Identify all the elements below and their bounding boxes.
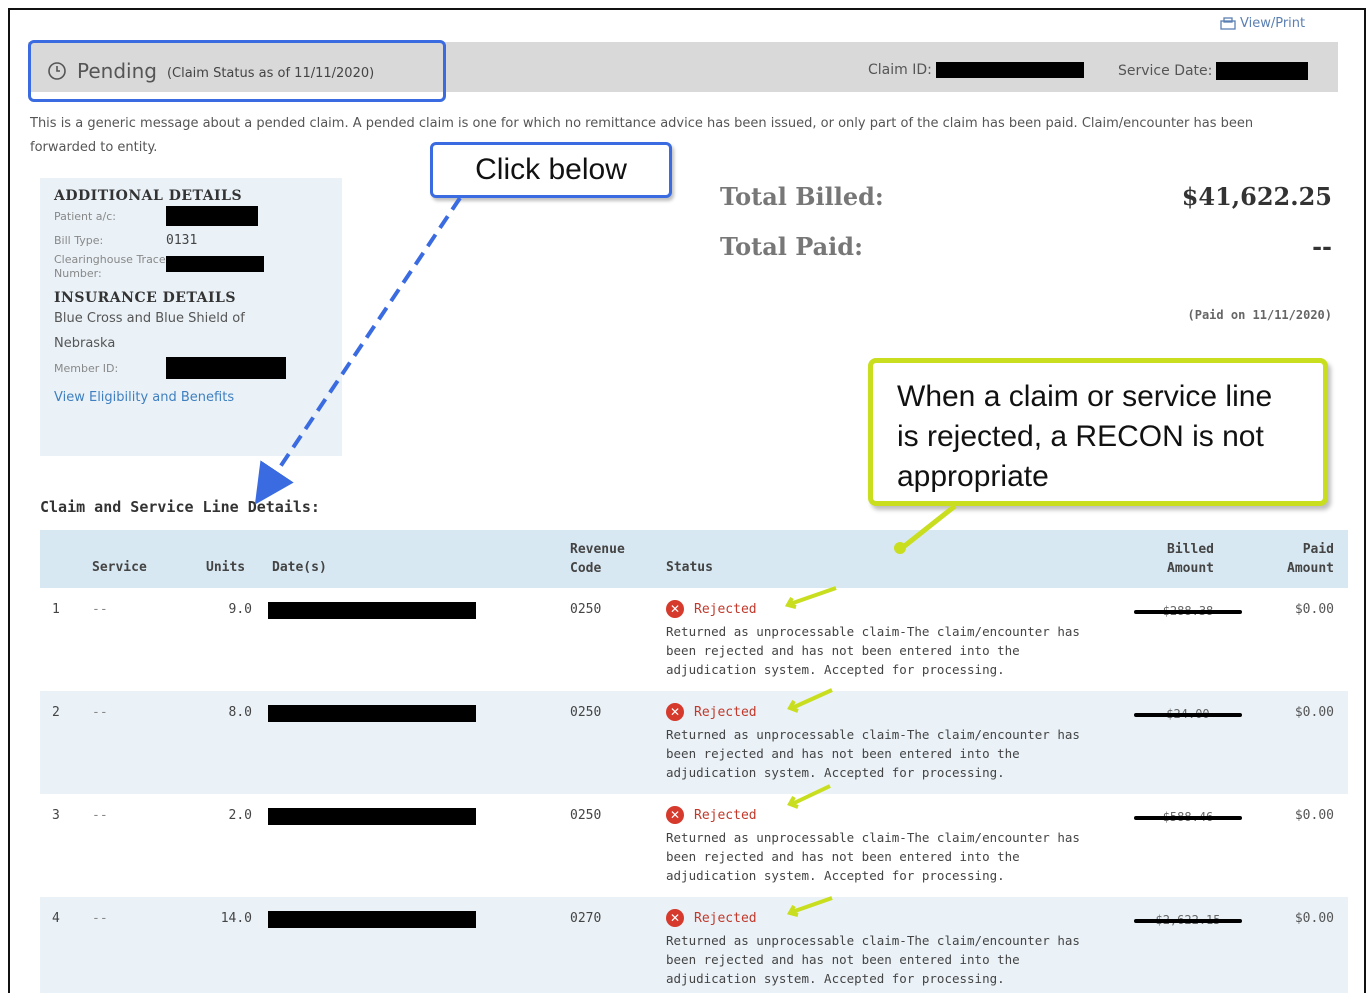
recon-callout-pointer bbox=[900, 504, 957, 550]
pointer-arrow-row1 bbox=[784, 586, 837, 609]
annotation-arrows bbox=[254, 196, 957, 917]
recon-callout-pointer-dot bbox=[894, 542, 906, 554]
pointer-arrow-row2 bbox=[787, 688, 833, 713]
claim-detail-page: View/Print Pending (Claim Status as of 1… bbox=[8, 8, 1366, 993]
pointer-arrow-row3 bbox=[787, 784, 831, 809]
pointer-arrow-row4 bbox=[786, 896, 833, 917]
click-below-arrow bbox=[254, 196, 462, 505]
